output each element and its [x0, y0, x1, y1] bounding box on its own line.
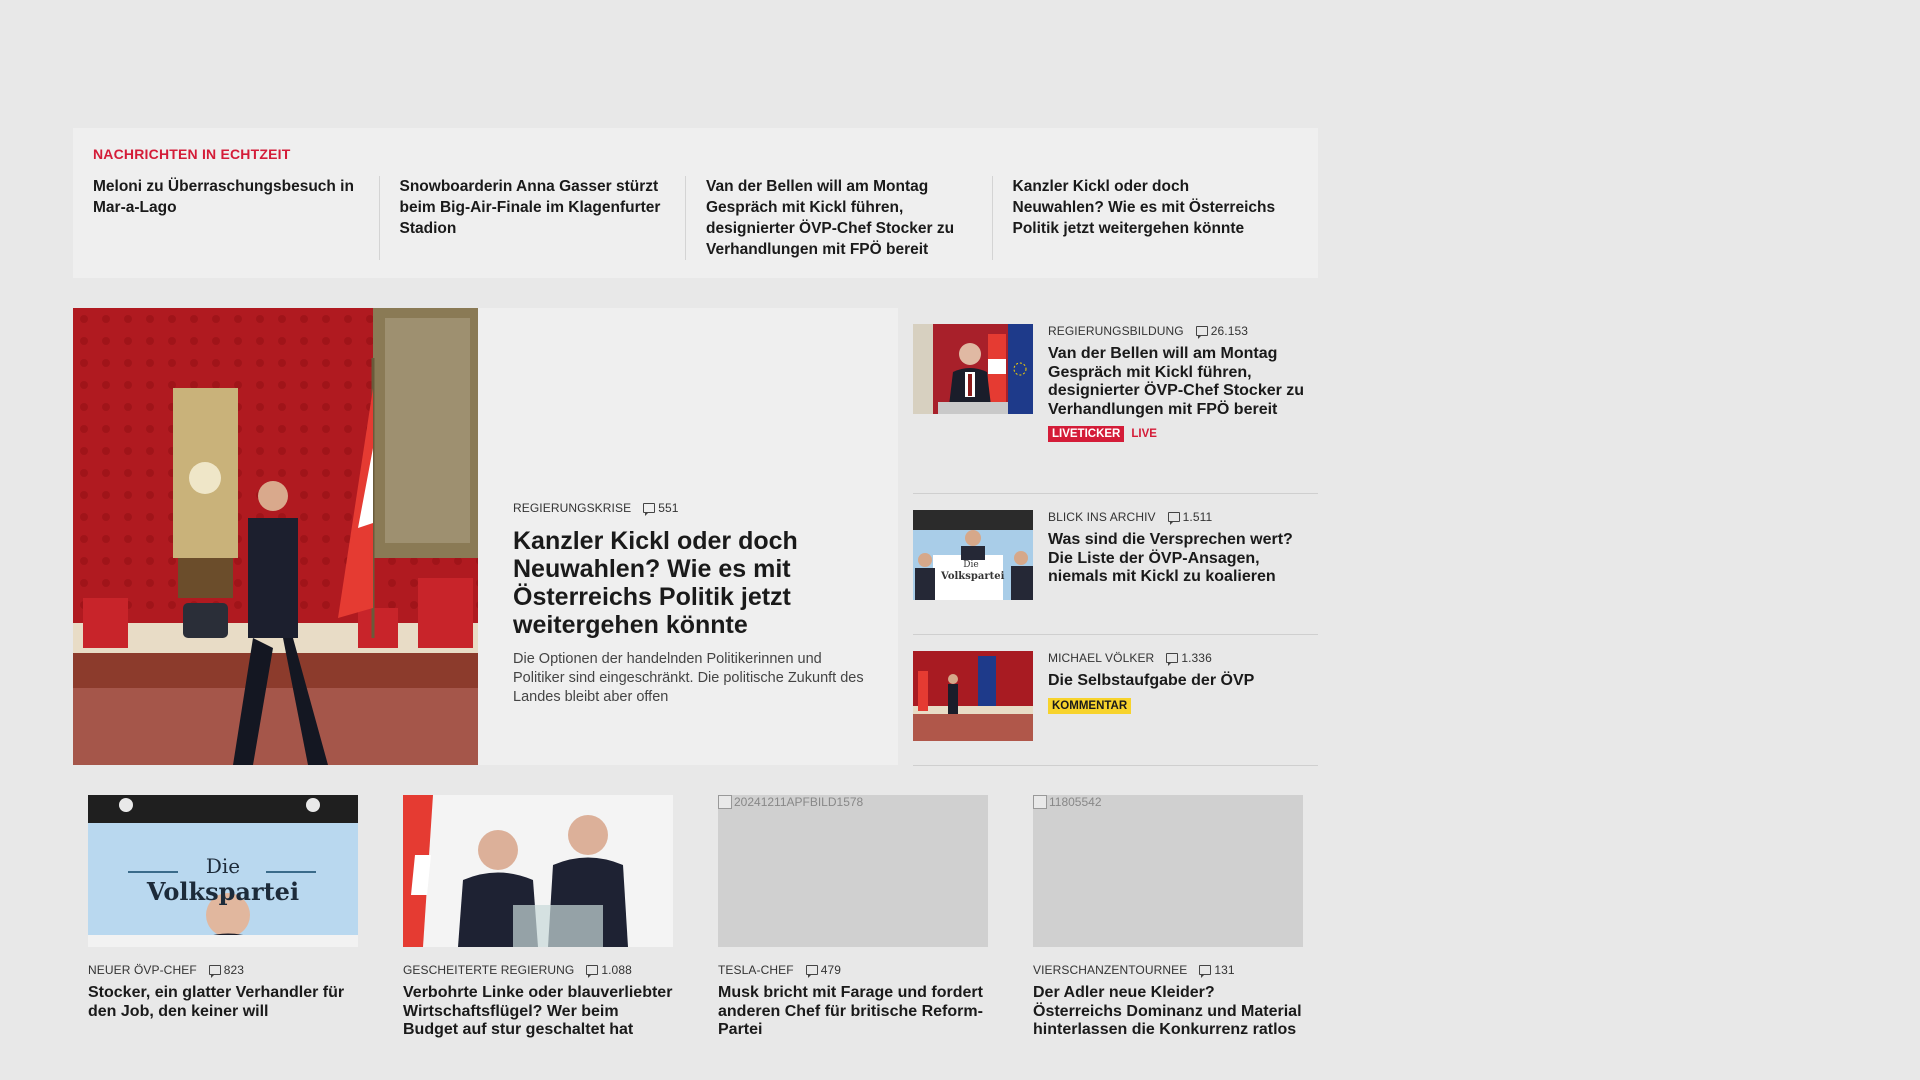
hero-title[interactable]: Kanzler Kickl oder doch Neuwahlen? Wie e…	[513, 527, 868, 639]
article-kicker: NEUER ÖVP-CHEF	[88, 963, 197, 977]
article-card-row: Die Volkspartei NEUER ÖVP-CHEF 823 Stock…	[88, 795, 1304, 1040]
comment-count[interactable]: 1.088	[586, 963, 632, 978]
comment-icon	[208, 965, 221, 978]
liveticker-badge: LIVETICKER	[1048, 426, 1125, 442]
article-card-title[interactable]: Der Adler neue Kleider? Österreichs Domi…	[1033, 984, 1303, 1040]
article-thumbnail[interactable]: Die Volkspartei	[913, 510, 1033, 600]
article-badges: KOMMENTAR	[1048, 697, 1318, 714]
kommentar-badge: KOMMENTAR	[1048, 697, 1132, 714]
side-article-body: MICHAEL VÖLKER 1.336 Die Selbstaufgabe d…	[1033, 651, 1318, 749]
comment-count-value: 823	[223, 963, 245, 977]
side-article-body: REGIERUNGSBILDUNG 26.153 Van der Bellen …	[1033, 324, 1318, 477]
comment-count-value: 1.511	[1182, 510, 1213, 524]
comment-count[interactable]: 131	[1199, 963, 1235, 978]
comment-count-value: 479	[820, 963, 842, 977]
comment-count[interactable]: 823	[208, 963, 245, 978]
article-meta: MICHAEL VÖLKER 1.336	[1048, 651, 1318, 666]
ticker-label: NACHRICHTEN IN ECHTZEIT	[93, 146, 291, 162]
comment-count[interactable]: 551	[643, 501, 679, 516]
comment-count-value: 26.153	[1210, 324, 1249, 338]
article-meta: VIERSCHANZENTOURNEE 131	[1033, 963, 1303, 978]
article-kicker: MICHAEL VÖLKER	[1048, 651, 1155, 665]
article-kicker: REGIERUNGSBILDUNG	[1048, 324, 1184, 338]
comment-count-value: 1.088	[601, 963, 632, 977]
article-badges: LIVETICKER LIVE	[1048, 426, 1318, 442]
image-alt-text: 20241211APFBILD1578	[734, 795, 864, 809]
article-meta: REGIERUNGSBILDUNG 26.153	[1048, 324, 1318, 339]
ticker-item[interactable]: Kanzler Kickl oder doch Neuwahlen? Wie e…	[991, 176, 1299, 260]
comment-icon	[643, 503, 656, 516]
comment-count[interactable]: 1.511	[1167, 510, 1213, 525]
hero-description: Die Optionen der handelnden Politikerinn…	[513, 651, 864, 705]
ticker-item[interactable]: Snowboarderin Anna Gasser stürzt beim Bi…	[378, 176, 686, 260]
article-card-image[interactable]: 11805542	[1033, 795, 1303, 947]
article-kicker: REGIERUNGSKRISE	[513, 501, 632, 515]
article-card-image[interactable]: Die Volkspartei	[88, 795, 358, 947]
card-image-caption: Die Volkspartei	[88, 853, 358, 905]
card-image-caption-line: Volkspartei	[146, 877, 300, 906]
broken-image-alt: 11805542	[1033, 795, 1102, 809]
comment-icon	[1199, 965, 1212, 978]
side-article-title[interactable]: Van der Bellen will am Montag Gespräch m…	[1048, 345, 1318, 419]
thumbnail-caption-line: Die	[963, 560, 979, 570]
ticker-item[interactable]: Meloni zu Überraschungsbesuch in Mar-a-L…	[93, 176, 379, 260]
comment-icon	[805, 965, 818, 978]
side-article-body: BLICK INS ARCHIV 1.511 Was sind die Vers…	[1033, 510, 1318, 618]
broken-image-icon	[1033, 795, 1047, 809]
article-thumbnail[interactable]	[913, 324, 1033, 414]
article-card-title[interactable]: Musk bricht mit Farage und fordert ander…	[718, 984, 988, 1040]
card-image-caption-line: Die	[205, 854, 241, 878]
article-card[interactable]: GESCHEITERTE REGIERUNG 1.088 Verbohrte L…	[403, 795, 673, 1040]
comment-icon	[1166, 653, 1179, 666]
comment-count-value: 131	[1214, 963, 1235, 977]
article-kicker: BLICK INS ARCHIV	[1048, 510, 1156, 524]
side-article-title[interactable]: Was sind die Versprechen wert? Die Liste…	[1048, 531, 1318, 587]
side-article[interactable]: Die Volkspartei BLICK INS ARCHIV 1.511 W…	[913, 494, 1318, 635]
article-card[interactable]: 20241211APFBILD1578 TESLA-CHEF 479 Musk …	[718, 795, 988, 1040]
comment-icon	[586, 965, 599, 978]
broken-image-icon	[718, 795, 732, 809]
live-badge: LIVE	[1131, 428, 1157, 440]
article-card-title[interactable]: Stocker, ein glatter Verhandler für den …	[88, 984, 358, 1021]
article-meta: BLICK INS ARCHIV 1.511	[1048, 510, 1318, 525]
thumbnail-caption: Die Volkspartei	[941, 560, 1005, 582]
comment-count-value: 551	[658, 501, 679, 515]
article-card-image[interactable]: 20241211APFBILD1578	[718, 795, 988, 947]
side-article[interactable]: MICHAEL VÖLKER 1.336 Die Selbstaufgabe d…	[913, 635, 1318, 766]
article-meta: NEUER ÖVP-CHEF 823	[88, 963, 358, 978]
hero-text: REGIERUNGSKRISE 551 Kanzler Kickl oder d…	[478, 308, 898, 765]
image-alt-text: 11805542	[1049, 795, 1102, 809]
broken-image-alt: 20241211APFBILD1578	[718, 795, 863, 809]
ticker-items: Meloni zu Überraschungsbesuch in Mar-a-L…	[93, 176, 1298, 260]
realtime-news-ticker: NACHRICHTEN IN ECHTZEIT Meloni zu Überra…	[73, 128, 1318, 278]
side-article-list: REGIERUNGSBILDUNG 26.153 Van der Bellen …	[913, 308, 1318, 766]
comment-count[interactable]: 1.336	[1166, 651, 1212, 666]
hero-article[interactable]: REGIERUNGSKRISE 551 Kanzler Kickl oder d…	[73, 308, 898, 765]
ticker-item[interactable]: Van der Bellen will am Montag Gespräch m…	[685, 176, 992, 260]
article-meta: GESCHEITERTE REGIERUNG 1.088	[403, 963, 673, 978]
article-kicker: VIERSCHANZENTOURNEE	[1033, 963, 1188, 977]
comment-count[interactable]: 26.153	[1195, 324, 1249, 339]
side-article-title[interactable]: Die Selbstaufgabe der ÖVP	[1048, 672, 1318, 691]
article-card[interactable]: Die Volkspartei NEUER ÖVP-CHEF 823 Stock…	[88, 795, 358, 1040]
article-kicker: GESCHEITERTE REGIERUNG	[403, 963, 575, 977]
comment-icon	[1195, 326, 1208, 339]
article-card-image[interactable]	[403, 795, 673, 947]
comment-count[interactable]: 479	[805, 963, 842, 978]
thumbnail-caption-line: Volkspartei	[941, 571, 1005, 582]
comment-count-value: 1.336	[1181, 651, 1212, 665]
comment-icon	[1167, 512, 1180, 525]
hero-image[interactable]	[73, 308, 478, 765]
article-card[interactable]: 11805542 VIERSCHANZENTOURNEE 131 Der Adl…	[1033, 795, 1303, 1040]
article-kicker: TESLA-CHEF	[718, 963, 794, 977]
article-thumbnail[interactable]	[913, 651, 1033, 741]
article-meta: REGIERUNGSKRISE 551	[513, 501, 868, 516]
article-meta: TESLA-CHEF 479	[718, 963, 988, 978]
side-article[interactable]: REGIERUNGSBILDUNG 26.153 Van der Bellen …	[913, 308, 1318, 494]
article-card-title[interactable]: Verbohrte Linke oder blauverliebter Wirt…	[403, 984, 673, 1040]
